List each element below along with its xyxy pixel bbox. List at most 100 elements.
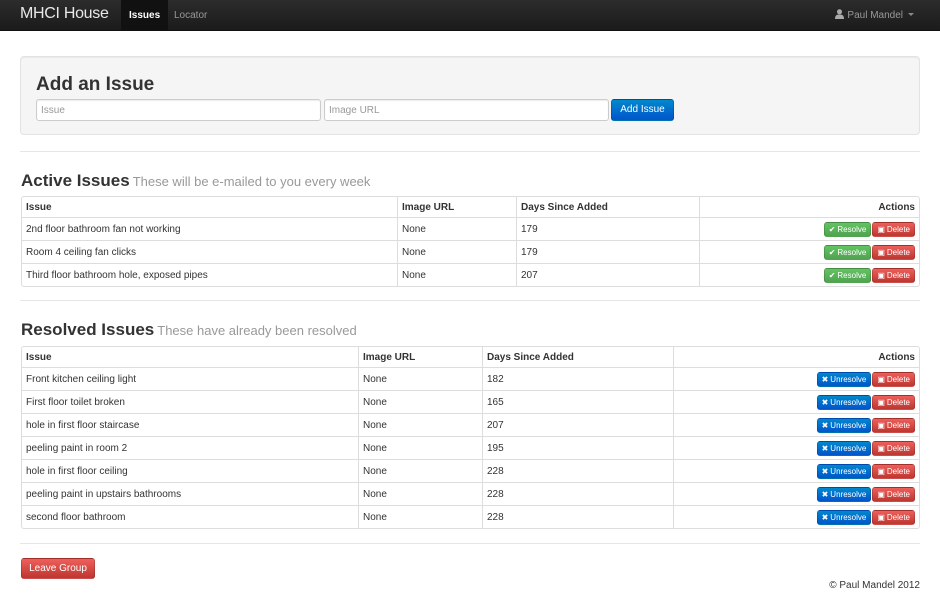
image-url-cell: None: [358, 459, 482, 482]
active-issues-table: Issue Image URL Days Since Added Actions…: [21, 196, 920, 287]
issue-cell: Front kitchen ceiling light: [22, 367, 358, 390]
user-menu[interactable]: Paul Mandel: [835, 0, 914, 31]
delete-button[interactable]: ▣ Delete: [872, 371, 915, 387]
col-days: Days Since Added: [482, 347, 673, 367]
days-cell: 207: [482, 413, 673, 436]
actions-cell: ✔ Resolve ▣ Delete: [699, 240, 919, 263]
divider: [20, 151, 920, 152]
add-issue-panel: Add an Issue Add Issue: [20, 56, 920, 135]
trash-icon: ▣: [877, 420, 885, 430]
resolved-issues-body: Front kitchen ceiling light None 182 ✖ Unres…: [22, 367, 919, 528]
trash-icon: ▣: [877, 270, 885, 280]
x-circle-icon: ✖: [821, 466, 829, 476]
footer-copyright: © Paul Mandel 2012: [829, 580, 920, 591]
delete-button-label: Delete: [886, 270, 910, 280]
delete-button[interactable]: ▣ Delete: [872, 440, 915, 456]
col-issue: Issue: [26, 201, 52, 213]
issue-cell: peeling paint in room 2: [22, 436, 358, 459]
col-image-url: Image URL: [358, 347, 482, 367]
active-issues-body: 2nd floor bathroom fan not working None 17…: [22, 217, 919, 286]
actions-cell: ✔ Resolve ▣ Delete: [699, 217, 919, 240]
leave-group-button[interactable]: Leave Group: [21, 558, 95, 579]
resolve-button[interactable]: ✔ Resolve: [823, 267, 872, 283]
image-url-input[interactable]: [324, 99, 609, 121]
resolved-issues-heading: Resolved Issues These have already been r…: [21, 320, 357, 340]
resolve-button[interactable]: ✔ Resolve: [823, 221, 872, 237]
days-cell: 182: [482, 367, 673, 390]
unresolve-button[interactable]: ✖ Unresolve: [816, 394, 872, 410]
days-cell: 207: [516, 263, 699, 286]
add-issue-title: Add an Issue: [36, 74, 155, 95]
image-url-cell: None: [397, 217, 516, 240]
active-issues-title: Active Issues: [21, 171, 130, 190]
actions-cell: ✖ Unresolve ▣ Delete: [673, 413, 919, 436]
delete-button[interactable]: ▣ Delete: [872, 509, 915, 525]
table-row: hole in first floor staircase None 207 ✖ Unr…: [22, 413, 919, 436]
issue-cell: Room 4 ceiling fan clicks: [22, 240, 397, 263]
brand-logo[interactable]: MHCI House: [20, 5, 109, 23]
add-issue-button[interactable]: Add Issue: [611, 99, 674, 121]
check-icon: ✔: [828, 224, 836, 234]
days-cell: 179: [516, 217, 699, 240]
unresolve-button-label: Unresolve: [830, 489, 867, 499]
resolve-button[interactable]: ✔ Resolve: [823, 244, 872, 260]
resolved-issues-table: Issue Image URL Days Since Added Actions…: [21, 346, 920, 529]
trash-icon: ▣: [877, 397, 885, 407]
col-actions: Actions: [699, 197, 919, 217]
days-cell: 165: [482, 390, 673, 413]
unresolve-button[interactable]: ✖ Unresolve: [816, 463, 872, 479]
resolved-issues-subtitle: These have already been resolved: [157, 323, 357, 338]
delete-button[interactable]: ▣ Delete: [872, 267, 915, 283]
unresolve-button[interactable]: ✖ Unresolve: [816, 371, 872, 387]
issue-cell: First floor toilet broken: [22, 390, 358, 413]
trash-icon: ▣: [877, 247, 885, 257]
table-row: second floor bathroom None 228 ✖ Unresolve ▣ D…: [22, 505, 919, 528]
days-cell: 228: [482, 505, 673, 528]
unresolve-button[interactable]: ✖ Unresolve: [816, 440, 872, 456]
delete-button[interactable]: ▣ Delete: [872, 463, 915, 479]
unresolve-button[interactable]: ✖ Unresolve: [816, 509, 872, 525]
divider: [20, 300, 920, 301]
unresolve-button-label: Unresolve: [830, 420, 867, 430]
unresolve-button[interactable]: ✖ Unresolve: [816, 417, 872, 433]
trash-icon: ▣: [877, 443, 885, 453]
delete-button[interactable]: ▣ Delete: [872, 394, 915, 410]
actions-cell: ✖ Unresolve ▣ Delete: [673, 459, 919, 482]
unresolve-button[interactable]: ✖ Unresolve: [816, 486, 872, 502]
delete-button[interactable]: ▣ Delete: [872, 244, 915, 260]
delete-button-label: Delete: [886, 443, 910, 453]
check-icon: ✔: [828, 247, 836, 257]
delete-button[interactable]: ▣ Delete: [872, 417, 915, 433]
delete-button-label: Delete: [886, 466, 910, 476]
table-row: hole in first floor ceiling None 228 ✖ Unres…: [22, 459, 919, 482]
table-row: First floor toilet broken None 165 ✖ Unresol…: [22, 390, 919, 413]
issue-cell: Third floor bathroom hole, exposed pipes: [22, 263, 397, 286]
check-icon: ✔: [828, 270, 836, 280]
image-url-cell: None: [397, 263, 516, 286]
days-cell: 228: [482, 482, 673, 505]
resolve-button-label: Resolve: [837, 247, 867, 257]
table-row: peeling paint in upstairs bathrooms None 2…: [22, 482, 919, 505]
issue-input[interactable]: [36, 99, 321, 121]
col-image-url: Image URL: [397, 197, 516, 217]
nav-locator[interactable]: Locator: [166, 0, 215, 31]
delete-button[interactable]: ▣ Delete: [872, 486, 915, 502]
actions-cell: ✖ Unresolve ▣ Delete: [673, 390, 919, 413]
x-circle-icon: ✖: [821, 512, 829, 522]
delete-button-label: Delete: [886, 397, 910, 407]
trash-icon: ▣: [877, 466, 885, 476]
trash-icon: ▣: [877, 512, 885, 522]
delete-button-label: Delete: [886, 512, 910, 522]
issue-cell: second floor bathroom: [22, 505, 358, 528]
delete-button[interactable]: ▣ Delete: [872, 221, 915, 237]
nav-issues[interactable]: Issues: [121, 0, 169, 31]
active-issues-subtitle: These will be e-mailed to you every week: [132, 174, 371, 189]
unresolve-button-label: Unresolve: [830, 466, 867, 476]
unresolve-button-label: Unresolve: [830, 443, 867, 453]
table-row: 2nd floor bathroom fan not working None 17…: [22, 217, 919, 240]
table-row: peeling paint in room 2 None 195 ✖ Unresolve…: [22, 436, 919, 459]
image-url-cell: None: [358, 505, 482, 528]
col-actions: Actions: [673, 347, 919, 367]
x-circle-icon: ✖: [821, 489, 829, 499]
unresolve-button-label: Unresolve: [830, 374, 867, 384]
